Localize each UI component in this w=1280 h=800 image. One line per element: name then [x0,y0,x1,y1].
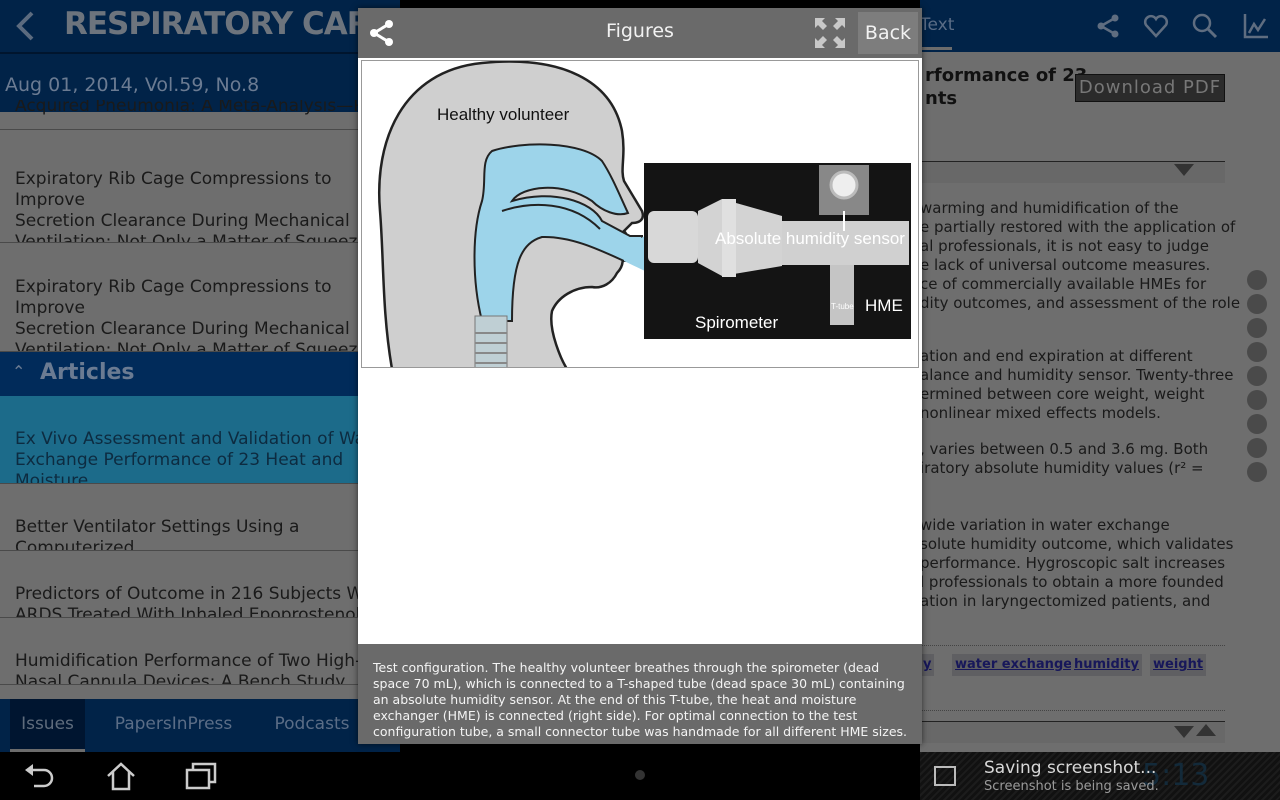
section-header-articles[interactable]: ⌃ Articles [0,352,400,396]
app-root: RESPIRATORY CARE Aug 01, 2014, Vol.59, N… [0,0,1280,800]
back-nav-icon[interactable] [22,760,56,792]
collapse-triangle-icon[interactable] [1196,724,1216,736]
image-icon [934,766,956,786]
fullscreen-expand-icon[interactable] [813,16,847,50]
label-spirometer: Spirometer [695,313,778,332]
page-nav-dot[interactable] [1247,462,1267,482]
abstract-paragraph: ation and end expiration at different al… [920,347,1234,422]
recent-apps-icon[interactable] [184,760,218,792]
screenshot-notification[interactable]: 5:13 Saving screenshot... Screenshot is … [920,752,1280,800]
chart-icon[interactable] [1242,12,1270,40]
page-nav-dot[interactable] [1247,318,1267,338]
notification-title: Saving screenshot... [984,758,1157,778]
share-icon[interactable] [1094,12,1122,40]
divider [920,645,1225,646]
section-collapse-bar[interactable] [920,721,1225,743]
list-item-title: Better Ventilator Settings Using a Compu… [15,517,300,551]
list-item-selected[interactable]: Ex Vivo Assessment and Validation of Wat… [0,396,400,484]
keyword-link[interactable]: humidity [1071,654,1142,676]
figures-dialog: Figures Back Healthy volunteer Absolute … [358,8,922,744]
system-nav-bar: 5:13 Saving screenshot... Screenshot is … [0,752,1280,800]
page-nav-dot[interactable] [1247,342,1267,362]
top-bar: RESPIRATORY CARE [0,0,400,52]
heart-icon[interactable] [1142,12,1170,40]
tab-papers-in-press[interactable]: PapersInPress [105,699,242,752]
list-item[interactable]: Better Ventilator Settings Using a Compu… [0,484,400,551]
tab-podcasts[interactable]: Podcasts [268,699,356,752]
tab-issues[interactable]: Issues [10,699,85,752]
bottom-tab-bar: Issues PapersInPress Podcasts [0,699,400,752]
article-title: rformance of 23 nts [925,65,1087,109]
list-item-title: Predictors of Outcome in 216 Subjects Wi… [15,584,385,618]
label-humidity-sensor: Absolute humidity sensor [715,229,905,248]
download-pdf-button[interactable]: Download PDF [1075,74,1225,102]
list-item-title: Expiratory Rib Cage Compressions to Impr… [15,277,384,352]
issue-date: Aug 01, 2014, Vol.59, No.8 [5,74,260,96]
divider [920,710,1225,711]
list-item-title: Expiratory Rib Cage Compressions to Impr… [15,169,384,243]
abstract-paragraph: , varies between 0.5 and 3.6 mg. Both ir… [920,440,1209,477]
list-item-title: Ex Vivo Assessment and Validation of Wat… [15,429,389,484]
list-item[interactable]: Expiratory Rib Cage Compressions to Impr… [0,141,400,243]
list-item[interactable]: Predictors of Outcome in 216 Subjects Wi… [0,551,400,618]
page-nav-dot[interactable] [1247,366,1267,386]
home-nav-icon[interactable] [104,760,138,792]
article-toolbar: Text [920,0,1280,52]
back-chevron-icon[interactable] [14,10,36,42]
list-item-title: Humidification Performance of Two High-F… [15,651,400,685]
figure-caption: Test configuration. The healthy voluntee… [358,644,922,744]
expand-triangle-icon[interactable] [1174,726,1194,738]
notification-text: Screenshot is being saved. [984,779,1159,794]
figure-image[interactable]: Healthy volunteer Absolute humidity sens… [361,60,919,368]
back-button[interactable]: Back [858,12,918,54]
issue-panel: RESPIRATORY CARE Aug 01, 2014, Vol.59, N… [0,0,400,752]
label-healthy-volunteer: Healthy volunteer [437,105,570,124]
page-nav-dot[interactable] [1247,294,1267,314]
test-configuration-diagram: Healthy volunteer Absolute humidity sens… [378,61,911,367]
page-nav-dot[interactable] [1247,414,1267,434]
collapse-caret-icon: ⌃ [12,362,26,381]
keyword-link[interactable]: water exchange [952,654,1076,676]
dialog-header: Figures Back [358,8,922,58]
page-nav-dot[interactable] [1247,438,1267,458]
search-icon[interactable] [1191,12,1219,40]
list-item-partial[interactable]: Acquired Pneumonia: A Meta-Analysis—Repl… [0,100,400,130]
keyword-link[interactable]: weight [1150,654,1207,676]
journal-logo: RESPIRATORY CARE [64,6,391,42]
abstract-collapse-bar[interactable] [920,161,1225,183]
home-indicator-dot [635,770,645,780]
page-nav-dots [1247,270,1267,486]
tab-full-text[interactable]: Text [920,15,954,35]
label-hme: HME [865,296,903,315]
section-title: Articles [40,360,135,385]
abstract-paragraph: wide variation in water exchange solute … [920,516,1234,610]
label-t-tube: T-tube [831,302,854,311]
list-item[interactable]: Humidification Performance of Two High-F… [0,618,400,685]
page-nav-dot[interactable] [1247,390,1267,410]
keyword-link[interactable]: y [920,654,935,676]
list-item[interactable]: Expiratory Rib Cage Compressions to Impr… [0,243,400,352]
page-nav-dot[interactable] [1247,270,1267,290]
article-panel: Text rformance of 23 nts Download PDF wa… [920,0,1280,752]
expand-triangle-icon [1174,164,1194,176]
abstract-paragraph: warming and humidification of the e part… [920,199,1241,312]
tab-indicator [920,47,952,50]
list-item-title: Acquired Pneumonia: A Meta-Analysis—Repl… [15,100,400,116]
